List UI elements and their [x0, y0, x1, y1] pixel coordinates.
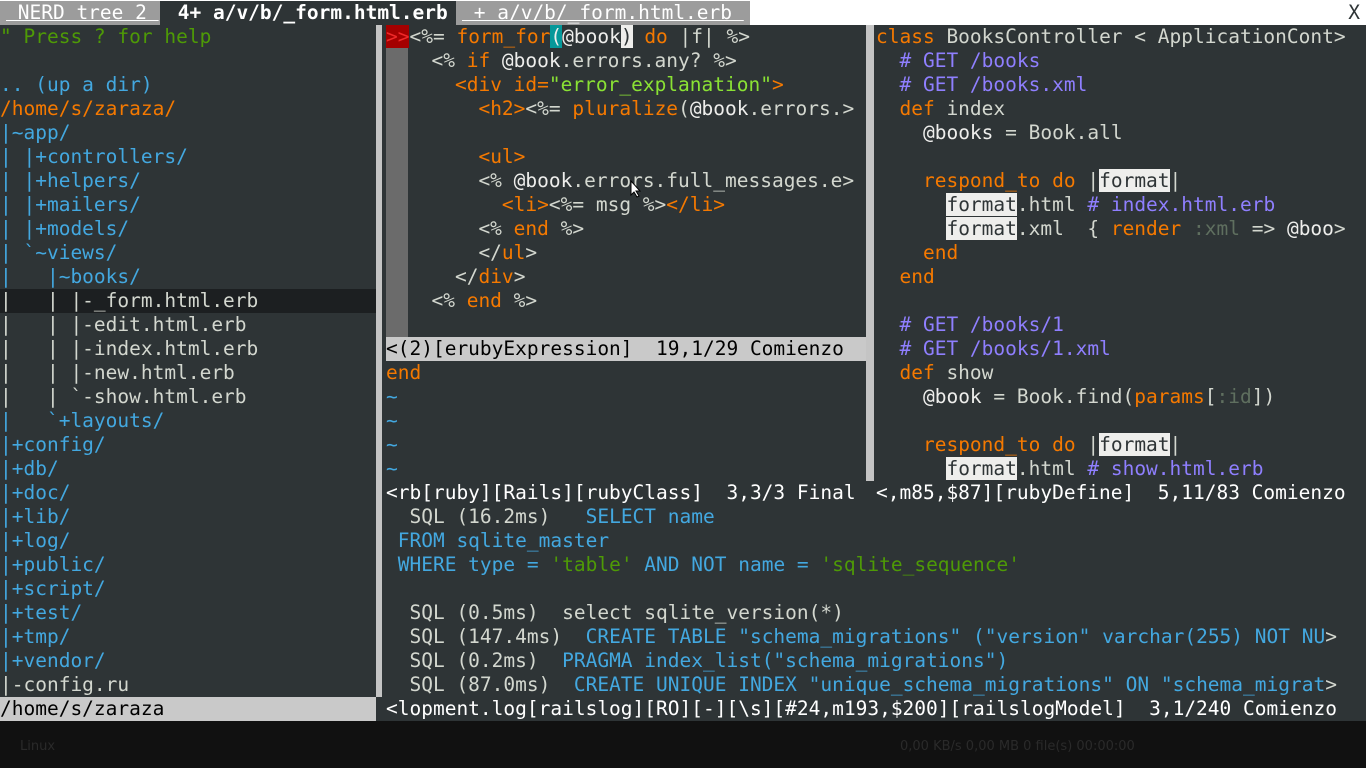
ruby-small-statusline: <rb[ruby][Rails][rubyClass] 3,3/3 Final	[386, 481, 866, 505]
nerdtree-entry[interactable]: |+script/	[0, 577, 376, 601]
tabline: NERD tree 2 4+ a/v/b/_form.html.erb + a/…	[0, 0, 1366, 25]
empty-line-marker: ~	[386, 433, 398, 456]
nerdtree-entry[interactable]: | | |-edit.html.erb	[0, 313, 376, 337]
nerdtree-entry[interactable]: |+config/	[0, 433, 376, 457]
nerdtree-entry[interactable]: .. (up a dir)	[0, 73, 376, 97]
error-sign: >>	[386, 25, 410, 48]
nerdtree-list[interactable]: " Press ? for help .. (up a dir)/home/s/z…	[0, 25, 376, 697]
controller-editor-pane[interactable]: class BooksController < ApplicationCont>…	[876, 25, 1356, 481]
nerdtree-entry[interactable]: | | `-show.html.erb	[0, 385, 376, 409]
nerdtree-pane[interactable]: " Press ? for help .. (up a dir)/home/s/z…	[0, 25, 376, 697]
log-pane[interactable]: SQL (16.2ms) SELECT name FROM sqlite_mas…	[386, 505, 1356, 697]
nerdtree-entry[interactable]: | | |-index.html.erb	[0, 337, 376, 361]
nerdtree-entry[interactable]: |~app/	[0, 121, 376, 145]
nerdtree-entry[interactable]: |+db/	[0, 457, 376, 481]
window-separator[interactable]	[866, 25, 874, 481]
form-editor-pane[interactable]: >><%= form_for(@book) do |f| %> <% if @b…	[386, 25, 866, 337]
nerdtree-entry[interactable]: | | |-_form.html.erb	[0, 289, 376, 313]
nerdtree-entry	[0, 49, 376, 73]
taskbar-network-monitor: 0,00 KB/s 0,00 MB 0 file(s) 00:00:00	[900, 739, 1135, 754]
nerdtree-entry[interactable]: |+log/	[0, 529, 376, 553]
nerdtree-entry[interactable]: | |+controllers/	[0, 145, 376, 169]
nerdtree-entry[interactable]: /home/s/zaraza/	[0, 97, 376, 121]
tab-nerdtree[interactable]: NERD tree 2	[0, 1, 165, 25]
empty-line-marker: ~	[386, 385, 398, 408]
form-statusline: <(2)[erubyExpression] 19,1/29 Comienzo	[386, 337, 866, 361]
empty-line-marker: ~	[386, 457, 398, 480]
mouse-cursor-icon	[630, 180, 642, 198]
log-statusline: <lopment.log[railslog][RO][-][\s][#24,m1…	[386, 697, 1356, 721]
nerdtree-entry[interactable]: | |+mailers/	[0, 193, 376, 217]
nerdtree-entry[interactable]: |+test/	[0, 601, 376, 625]
nerdtree-statusline: /home/s/zaraza	[0, 697, 376, 721]
nerdtree-entry[interactable]: | |+models/	[0, 217, 376, 241]
tab-form-2[interactable]: + a/v/b/_form.html.erb	[456, 1, 750, 25]
nerdtree-entry[interactable]: |-config.ru	[0, 673, 376, 697]
taskbar: Linux 0,00 KB/s 0,00 MB 0 file(s) 00:00:…	[0, 721, 1366, 768]
taskbar-label[interactable]: Linux	[20, 739, 55, 754]
window-separator[interactable]	[376, 25, 382, 697]
nerdtree-entry[interactable]: |+tmp/	[0, 625, 376, 649]
tab-form-active[interactable]: 4+ a/v/b/_form.html.erb	[160, 1, 466, 25]
nerdtree-entry[interactable]: |+doc/	[0, 481, 376, 505]
controller-statusline: <,m85,$87][rubyDefine] 5,11/83 Comienzo	[876, 481, 1356, 505]
nerdtree-entry[interactable]: | |+helpers/	[0, 169, 376, 193]
empty-line-marker: ~	[386, 409, 398, 432]
nerdtree-entry[interactable]: | `+layouts/	[0, 409, 376, 433]
ruby-small-pane[interactable]: end ~ ~ ~ ~	[386, 361, 866, 481]
nerdtree-entry[interactable]: | `~views/	[0, 241, 376, 265]
nerdtree-entry[interactable]: " Press ? for help	[0, 25, 376, 49]
nerdtree-entry[interactable]: | | |-new.html.erb	[0, 361, 376, 385]
nerdtree-entry[interactable]: | |~books/	[0, 265, 376, 289]
nerdtree-entry[interactable]: |+public/	[0, 553, 376, 577]
nerdtree-entry[interactable]: |+lib/	[0, 505, 376, 529]
nerdtree-entry[interactable]: |+vendor/	[0, 649, 376, 673]
close-tab-button[interactable]: X	[1348, 1, 1360, 25]
